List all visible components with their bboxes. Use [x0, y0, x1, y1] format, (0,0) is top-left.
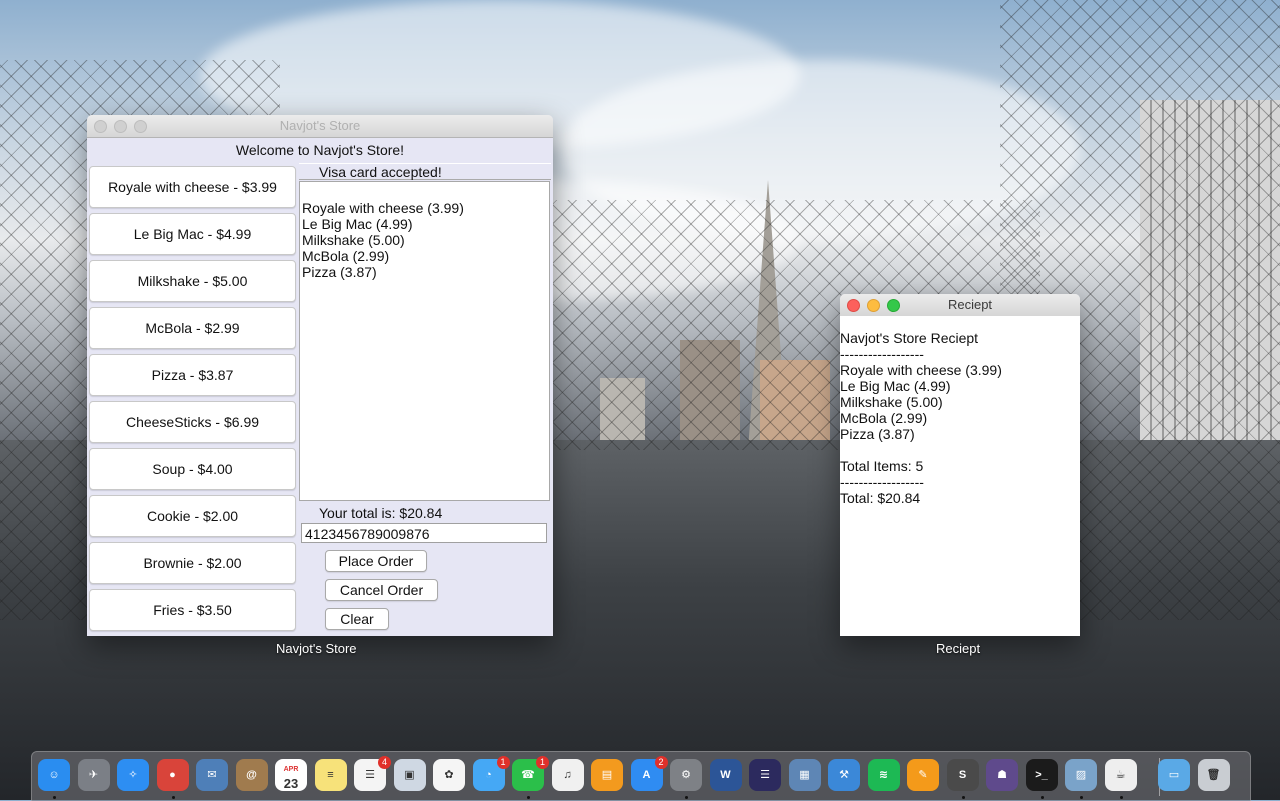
- itunes-icon[interactable]: ♫: [551, 759, 584, 791]
- minimize-button[interactable]: [867, 299, 880, 312]
- receipt-line: Milkshake (5.00): [840, 394, 943, 410]
- menu-item-button[interactable]: CheeseSticks - $6.99: [89, 401, 296, 443]
- receipt-line: Navjot's Store Reciept: [840, 330, 979, 346]
- close-button[interactable]: [847, 299, 860, 312]
- receipt-line: Total: $20.84: [840, 490, 921, 506]
- java-icon[interactable]: ☕: [1104, 759, 1137, 791]
- photos-icon[interactable]: ✿: [433, 759, 465, 791]
- store-window-label: Navjot's Store: [276, 641, 357, 656]
- order-line: Royale with cheese (3.99): [302, 200, 464, 216]
- notification-badge: 2: [654, 756, 668, 769]
- order-list[interactable]: Royale with cheese (3.99) Le Big Mac (4.…: [299, 181, 550, 501]
- sublime-text-icon[interactable]: S: [946, 759, 979, 791]
- running-indicator: [685, 796, 688, 799]
- receipt-line: Pizza (3.87): [840, 426, 915, 442]
- github-icon[interactable]: ☗: [986, 759, 1018, 791]
- window-title: Navjot's Store: [279, 118, 361, 133]
- receipt-line: ------------------: [840, 474, 924, 490]
- running-indicator: [961, 796, 965, 799]
- window-title: Reciept: [947, 297, 993, 312]
- receipt-window: Reciept Navjot's Store Reciept ---------…: [840, 294, 1080, 636]
- running-indicator: [1040, 796, 1044, 799]
- preview-icon[interactable]: ▣: [393, 759, 426, 791]
- virtualbox-icon[interactable]: ▦: [788, 759, 821, 791]
- order-line: McBola (2.99): [302, 248, 390, 264]
- menu-item-button[interactable]: Milkshake - $5.00: [89, 260, 296, 302]
- total-label: Your total is: $20.84: [319, 505, 443, 521]
- receipt-text: Navjot's Store Reciept -----------------…: [840, 316, 1080, 636]
- ibooks-icon[interactable]: ▤: [591, 759, 623, 791]
- chrome-icon[interactable]: ●: [156, 759, 189, 791]
- receipt-line: Le Big Mac (4.99): [840, 378, 951, 394]
- welcome-label: Welcome to Navjot's Store!: [235, 142, 405, 158]
- zoom-button[interactable]: [887, 299, 900, 312]
- contacts-icon[interactable]: @: [235, 759, 268, 791]
- notes-icon[interactable]: ≡: [314, 759, 347, 791]
- dock: ☺ ✈ ✧ ● ✉ @ APR 23 ≡ ☰ 4 ▣ ✿ ◔ 1 ☎ 1 ♫ ▤ A 2 ⚙ W ☰ ▦ ⚒ ≋ ✎ S ☗ >_ ▨ ☕ ▭ 🗑: [31, 751, 1251, 801]
- receipt-window-label: Reciept: [936, 641, 981, 656]
- menu-item-button[interactable]: Pizza - $3.87: [89, 354, 296, 396]
- running-indicator: [171, 796, 175, 799]
- zoom-button[interactable]: [134, 120, 147, 133]
- notification-badge: 4: [378, 756, 391, 769]
- cancel-order-button[interactable]: Cancel Order: [325, 579, 438, 601]
- calendar-icon[interactable]: APR 23: [275, 759, 307, 791]
- close-button[interactable]: [94, 120, 107, 133]
- receipt-titlebar[interactable]: Reciept: [840, 294, 1080, 317]
- order-line: Milkshake (5.00): [302, 232, 405, 248]
- running-indicator: [527, 796, 530, 799]
- minimize-button[interactable]: [114, 120, 127, 133]
- running-indicator: [1080, 796, 1083, 799]
- receipt-line: [840, 442, 1080, 458]
- image-capture-icon[interactable]: ▨: [1065, 759, 1097, 791]
- safari-icon[interactable]: ✧: [117, 759, 149, 791]
- running-indicator: [1119, 796, 1123, 799]
- receipt-line: McBola (2.99): [840, 410, 928, 426]
- store-titlebar[interactable]: Navjot's Store: [87, 115, 553, 138]
- notification-badge: 1: [536, 756, 549, 769]
- spotify-icon[interactable]: ≋: [867, 759, 900, 791]
- launchpad-icon[interactable]: ✈: [77, 759, 110, 791]
- word-icon[interactable]: W: [709, 759, 742, 791]
- finder-icon[interactable]: ☺: [38, 759, 70, 791]
- notification-badge: 1: [496, 756, 510, 769]
- calendar-month: APR: [283, 766, 299, 773]
- trash-icon[interactable]: 🗑: [1197, 759, 1230, 791]
- menu-item-button[interactable]: Cookie - $2.00: [89, 495, 296, 537]
- status-label: Visa card accepted!: [299, 163, 551, 180]
- order-line: Le Big Mac (4.99): [302, 216, 413, 232]
- menu-item-button[interactable]: Fries - $3.50: [89, 589, 296, 631]
- card-number-field[interactable]: 4123456789009876: [301, 523, 547, 543]
- menu-item-button[interactable]: Royale with cheese - $3.99: [89, 166, 296, 208]
- fl-studio-icon[interactable]: ✎: [907, 759, 939, 791]
- receipt-line: Royale with cheese (3.99): [840, 362, 1002, 378]
- clear-button[interactable]: Clear: [325, 608, 389, 630]
- system-preferences-icon[interactable]: ⚙: [670, 759, 702, 791]
- running-indicator: [53, 796, 56, 799]
- menu-item-button[interactable]: Le Big Mac - $4.99: [89, 213, 296, 255]
- place-order-button[interactable]: Place Order: [325, 550, 427, 572]
- menu-item-button[interactable]: Soup - $4.00: [89, 448, 296, 490]
- folder-icon[interactable]: ▭: [1158, 759, 1190, 791]
- menu-item-button[interactable]: McBola - $2.99: [89, 307, 296, 349]
- eclipse-icon[interactable]: ☰: [749, 759, 781, 791]
- xcode-icon[interactable]: ⚒: [828, 759, 860, 791]
- receipt-line: Total Items: 5: [840, 458, 924, 474]
- store-window: Navjot's Store Welcome to Navjot's Store…: [87, 115, 553, 636]
- terminal-icon[interactable]: >_: [1025, 759, 1058, 791]
- mail-bird-icon[interactable]: ✉: [196, 759, 228, 791]
- receipt-line: ------------------: [840, 346, 924, 362]
- order-line: Pizza (3.87): [302, 264, 377, 280]
- calendar-day: 23: [283, 776, 299, 791]
- menu-item-button[interactable]: Brownie - $2.00: [89, 542, 296, 584]
